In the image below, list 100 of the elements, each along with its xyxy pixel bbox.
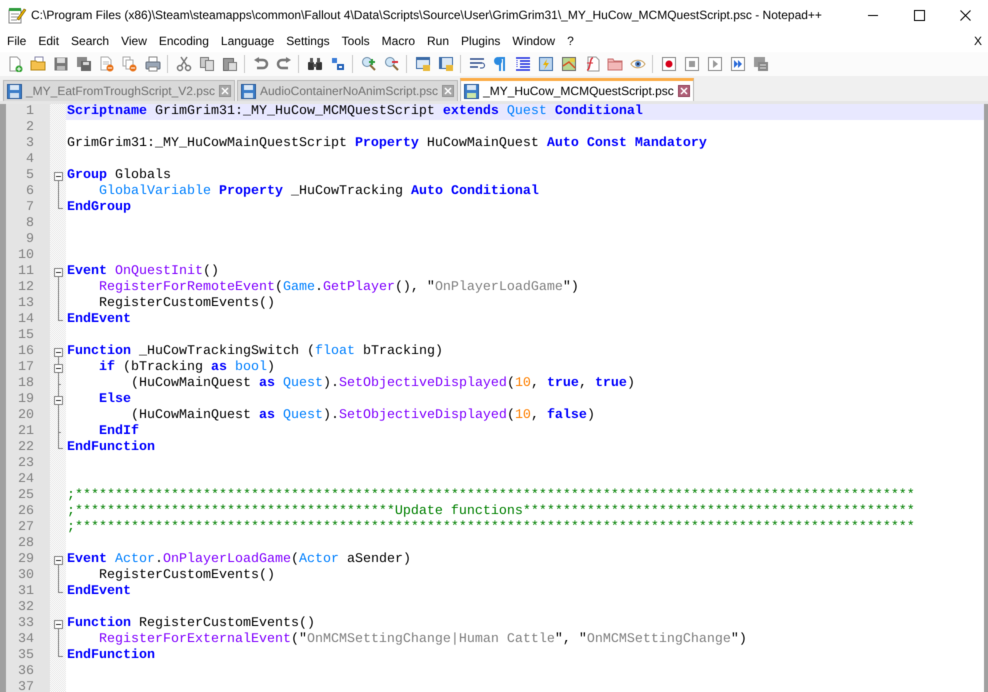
undo-icon[interactable] bbox=[252, 56, 268, 72]
menu-item[interactable]: File bbox=[1, 32, 32, 50]
menu-item[interactable]: Search bbox=[65, 32, 116, 50]
floppy-icon[interactable] bbox=[52, 56, 68, 72]
fold-end-icon bbox=[58, 312, 63, 321]
tab[interactable]: _MY_HuCow_MCMQuestScript.psc bbox=[460, 78, 694, 101]
code-line: GrimGrim31:_MY_HuCowMainQuestScript Property HuCowMainQuest Auto Const Mandatory bbox=[67, 136, 707, 151]
paste-icon[interactable] bbox=[222, 56, 238, 72]
code-line: EndEvent bbox=[67, 312, 131, 327]
floppies-icon[interactable] bbox=[76, 56, 92, 72]
close-icon[interactable] bbox=[960, 10, 970, 20]
line-number: 30 bbox=[17, 568, 35, 584]
binoculars-icon[interactable] bbox=[306, 56, 322, 72]
line-number: 15 bbox=[17, 328, 35, 344]
fold-end-icon bbox=[58, 440, 63, 449]
zoom-in-icon[interactable] bbox=[360, 56, 376, 72]
play-icon[interactable] bbox=[706, 56, 722, 72]
fold-branch-icon bbox=[58, 376, 61, 392]
code-line: RegisterForRemoteEvent(Game.GetPlayer(), "OnPlayerLoadGame") bbox=[98, 280, 579, 295]
close-icon[interactable] bbox=[678, 85, 690, 97]
line-number: 14 bbox=[17, 312, 35, 328]
line-number: 9 bbox=[25, 232, 35, 248]
zoom-out-icon[interactable] bbox=[384, 56, 400, 72]
code-line: Scriptname GrimGrim31:_MY_HuCow_MCMQuestScript extends Quest Conditional bbox=[67, 104, 643, 119]
line-number: 8 bbox=[25, 216, 35, 232]
code-line: EndIf bbox=[98, 424, 139, 439]
map-icon[interactable] bbox=[560, 56, 576, 72]
code-line: Function _HuCowTrackingSwitch (float bTracking) bbox=[67, 344, 443, 359]
line-number: 24 bbox=[17, 472, 35, 488]
line-number: 18 bbox=[17, 376, 35, 392]
copy-icon[interactable] bbox=[198, 56, 214, 72]
tab[interactable]: AudioContainerNoAnimScript.psc bbox=[236, 80, 458, 101]
code-line: ;********************************************************************************************************* bbox=[67, 520, 915, 535]
code-line: ;********************************************************************************************************* bbox=[67, 488, 915, 503]
fold-end-icon bbox=[58, 648, 63, 657]
folder-icon[interactable] bbox=[30, 56, 46, 72]
line-number: 10 bbox=[17, 248, 35, 264]
indent-guide-icon[interactable] bbox=[514, 56, 530, 72]
code-line: Else bbox=[98, 392, 131, 407]
code-line: Group Globals bbox=[67, 168, 171, 183]
fold-end-icon bbox=[58, 200, 63, 209]
close-document-button[interactable]: X bbox=[974, 34, 982, 48]
line-number: 1 bbox=[25, 104, 35, 120]
scissors-icon[interactable] bbox=[176, 56, 192, 72]
close-files-icon[interactable] bbox=[122, 56, 138, 72]
menu-item[interactable]: Edit bbox=[32, 32, 66, 50]
folder-icon[interactable] bbox=[606, 56, 622, 72]
menu-item[interactable]: Tools bbox=[336, 32, 376, 50]
maximize-icon[interactable] bbox=[914, 10, 924, 20]
printer-icon[interactable] bbox=[144, 56, 160, 72]
code-line: EndFunction bbox=[67, 440, 155, 455]
line-number: 32 bbox=[17, 600, 35, 616]
line-number: 27 bbox=[17, 520, 35, 536]
line-number: 16 bbox=[17, 344, 35, 360]
fold-line-icon bbox=[58, 408, 59, 424]
code-line: EndEvent bbox=[67, 584, 131, 599]
line-number: 35 bbox=[17, 648, 35, 664]
menu-item[interactable]: View bbox=[115, 32, 153, 50]
menu-item[interactable]: Plugins bbox=[455, 32, 506, 50]
code-line: Function RegisterCustomEvents() bbox=[67, 616, 315, 631]
floppy-icon bbox=[7, 84, 22, 98]
line-number: 36 bbox=[17, 664, 35, 680]
menu-item[interactable]: Macro bbox=[376, 32, 422, 50]
macro-list-icon[interactable] bbox=[752, 56, 768, 72]
line-number: 4 bbox=[25, 152, 35, 168]
stop-icon[interactable] bbox=[684, 56, 700, 72]
code-line: if (bTracking as bool) bbox=[98, 360, 275, 375]
record-icon[interactable] bbox=[660, 56, 676, 72]
line-number: 31 bbox=[17, 584, 35, 600]
window-title: C:\Program Files (x86)\Steam\steamapps\common\Fallout 4\Data\Scripts\Source\User\GrimGrim31\_MY_HuCow_MCMQuestScript.psc - Notepad++ bbox=[31, 8, 823, 22]
menu-item[interactable]: Language bbox=[214, 32, 280, 50]
code-line: RegisterCustomEvents() bbox=[98, 568, 275, 583]
line-number: 29 bbox=[17, 552, 35, 568]
window-lock-icon[interactable] bbox=[438, 56, 454, 72]
tab[interactable]: _MY_EatFromTroughScript_V2.psc bbox=[3, 80, 235, 101]
line-number: 26 bbox=[17, 504, 35, 520]
new-file-icon[interactable] bbox=[6, 56, 22, 72]
menu-item[interactable]: Window bbox=[506, 32, 562, 50]
menu-item[interactable]: Settings bbox=[280, 32, 336, 50]
code-line: (HuCowMainQuest as Quest).SetObjectiveDisplayed(10, true, true) bbox=[130, 376, 635, 391]
menu-item[interactable]: ? bbox=[561, 32, 580, 50]
menu-item[interactable]: Encoding bbox=[152, 32, 215, 50]
lightning-window-icon[interactable] bbox=[538, 56, 554, 72]
code-line: ;****************************************Update functions************************************************* bbox=[67, 504, 915, 519]
fold-branch-icon bbox=[58, 424, 61, 440]
line-number: 34 bbox=[17, 632, 35, 648]
fold-line-icon bbox=[58, 632, 59, 648]
code-line: RegisterForExternalEvent("OnMCMSettingChange|Human Cattle", "OnMCMSettingChange") bbox=[98, 632, 747, 647]
fold-end-icon bbox=[58, 584, 63, 593]
close-file-icon[interactable] bbox=[98, 56, 114, 72]
replace-icon[interactable] bbox=[330, 56, 346, 72]
fold-line-icon bbox=[58, 568, 59, 584]
code-line: EndFunction bbox=[67, 648, 155, 663]
redo-icon[interactable] bbox=[276, 56, 292, 72]
fast-forward-icon[interactable] bbox=[730, 56, 746, 72]
pilcrow-icon[interactable] bbox=[492, 56, 508, 72]
menu-item[interactable]: Run bbox=[421, 32, 456, 50]
window-lock-icon[interactable] bbox=[414, 56, 430, 72]
fold-line-icon bbox=[58, 184, 59, 200]
line-number: 33 bbox=[17, 616, 35, 632]
